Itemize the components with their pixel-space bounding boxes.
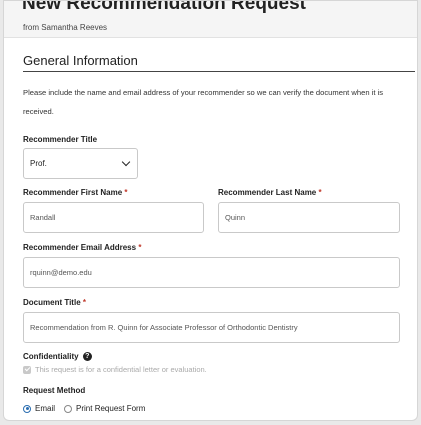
- email-radio[interactable]: [23, 404, 31, 413]
- first-name-label: Recommender First Name *: [23, 188, 128, 197]
- section-intro: Please include the name and email addres…: [23, 88, 384, 116]
- last-name-label: Recommender Last Name *: [218, 188, 322, 197]
- first-name-input[interactable]: Randall: [23, 202, 204, 233]
- request-method-label: Request Method: [23, 386, 86, 395]
- last-name-input[interactable]: Quinn: [218, 202, 400, 233]
- email-value: rquinn@demo.edu: [30, 268, 92, 277]
- page-title: New Recommendation Request: [22, 0, 306, 14]
- recommendation-request-card: New Recommendation Request from Samantha…: [3, 0, 418, 421]
- email-input[interactable]: rquinn@demo.edu: [23, 257, 400, 288]
- required-mark: *: [124, 188, 128, 197]
- required-mark: *: [82, 298, 86, 307]
- help-icon[interactable]: ?: [82, 352, 92, 362]
- first-name-value: Randall: [30, 213, 56, 222]
- section-divider: [23, 71, 415, 72]
- email-radio-label[interactable]: Email: [35, 404, 55, 413]
- confidentiality-label: Confidentiality ?: [23, 352, 92, 362]
- chevron-down-icon: [121, 157, 131, 167]
- confidential-checkbox-row: This request is for a confidential lette…: [23, 365, 207, 374]
- email-label: Recommender Email Address *: [23, 243, 142, 252]
- required-mark: *: [138, 243, 142, 252]
- document-title-label: Document Title *: [23, 298, 86, 307]
- print-request-form-radio[interactable]: [64, 404, 73, 413]
- recommender-title-select[interactable]: Prof.: [23, 148, 138, 179]
- request-method-options: Email Print Request Form: [23, 404, 154, 413]
- document-title-value: Recommendation from R. Quinn for Associa…: [30, 323, 298, 332]
- last-name-value: Quinn: [225, 213, 246, 222]
- recommender-title-label: Recommender Title: [23, 135, 98, 144]
- confidential-checkbox-label: This request is for a confidential lette…: [35, 365, 207, 374]
- confidential-checkbox: [23, 365, 31, 374]
- required-mark: *: [318, 188, 322, 197]
- recommender-title-value: Prof.: [30, 159, 47, 168]
- document-title-input[interactable]: Recommendation from R. Quinn for Associa…: [23, 312, 400, 343]
- section-title: General Information: [23, 53, 138, 68]
- page-header: New Recommendation Request from Samantha…: [4, 1, 417, 38]
- page-subtitle: from Samantha Reeves: [23, 23, 108, 32]
- print-request-form-radio-label[interactable]: Print Request Form: [76, 404, 145, 413]
